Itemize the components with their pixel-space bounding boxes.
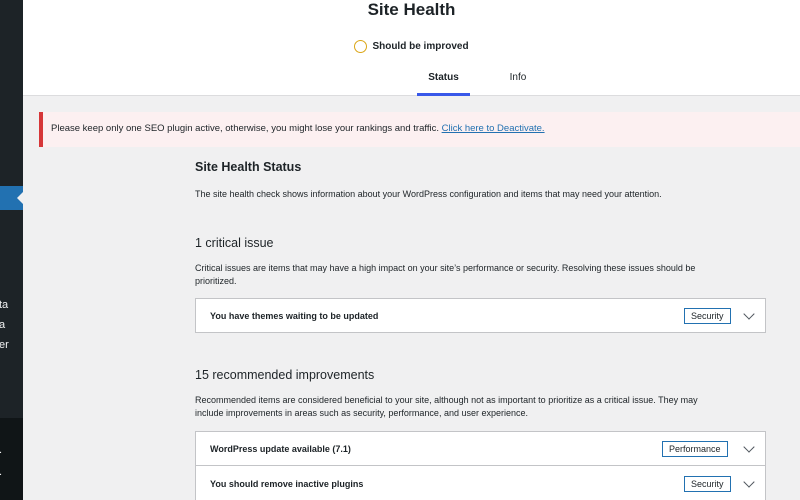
recommended-heading: 15 recommended improvements	[195, 368, 375, 382]
deactivate-link[interactable]: Click here to Deactivate.	[442, 123, 545, 134]
recommended-issue-row[interactable]: You should remove inactive plugins Secur…	[195, 465, 766, 500]
issue-label: WordPress update available (7.1)	[210, 444, 351, 454]
tab-info[interactable]: Info	[499, 68, 537, 96]
critical-description-line1: Critical issues are items that may have …	[195, 263, 696, 273]
sidebar-footer	[0, 418, 23, 500]
performance-badge: Performance	[662, 441, 728, 457]
tab-status[interactable]: Status	[417, 68, 470, 96]
page-title: Site Health	[367, 0, 456, 19]
status-circle-icon	[354, 40, 368, 53]
critical-heading: 1 critical issue	[195, 236, 274, 250]
recommended-description-line1: Recommended items are considered benefic…	[195, 395, 698, 405]
admin-sidebar: ta a er . .	[0, 0, 23, 500]
issue-label: You have themes waiting to be updated	[210, 311, 379, 321]
chevron-down-icon[interactable]	[743, 476, 755, 488]
issue-label: You should remove inactive plugins	[210, 479, 364, 489]
sidebar-item-label[interactable]: er	[0, 339, 9, 351]
security-badge: Security	[684, 308, 731, 324]
recommended-issue-row[interactable]: WordPress update available (7.1) Perform…	[195, 431, 766, 466]
sidebar-active-arrow	[17, 192, 23, 204]
section-description: The site health check shows information …	[195, 189, 662, 199]
sidebar-item-label[interactable]: a	[0, 319, 5, 331]
chevron-down-icon[interactable]	[743, 308, 755, 320]
sidebar-dot: .	[0, 444, 2, 456]
chevron-down-icon[interactable]	[743, 441, 755, 453]
tab-bar: Status Info	[23, 68, 800, 96]
critical-issue-row[interactable]: You have themes waiting to be updated Se…	[195, 298, 766, 333]
critical-description-line2: prioritized.	[195, 276, 237, 286]
health-status: Should be improved	[23, 40, 800, 53]
health-status-label: Should be improved	[372, 41, 469, 52]
sidebar-dot: .	[0, 466, 2, 478]
notice-message: Please keep only one SEO plugin active, …	[51, 123, 439, 134]
sidebar-item-label[interactable]: ta	[0, 299, 8, 311]
site-health-header: Site Health Should be improved Status In…	[23, 0, 800, 96]
security-badge: Security	[684, 476, 731, 492]
notice-text: Please keep only one SEO plugin active, …	[51, 123, 545, 134]
recommended-description-line2: include improvements in areas such as se…	[195, 408, 528, 418]
section-title: Site Health Status	[195, 160, 302, 174]
seo-plugin-notice: Please keep only one SEO plugin active, …	[39, 112, 800, 147]
